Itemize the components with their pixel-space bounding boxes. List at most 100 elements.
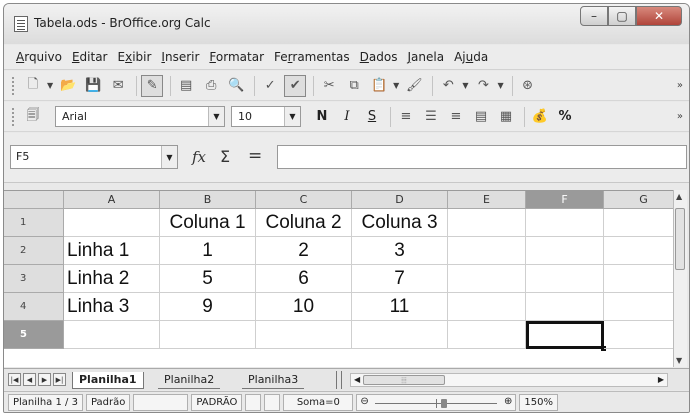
vertical-scroll-thumb[interactable]	[675, 208, 685, 270]
row-header-5[interactable]: 5	[4, 321, 64, 349]
menu-ajuda[interactable]: Ajuda	[454, 50, 488, 64]
spellcheck-icon[interactable]: ✓	[259, 75, 281, 97]
menu-formatar[interactable]: Formatar	[209, 50, 264, 64]
column-header-d[interactable]: D	[352, 191, 448, 209]
sum-icon[interactable]: Σ	[220, 147, 230, 166]
export-pdf-icon[interactable]: ▤	[175, 75, 197, 97]
cell-c3[interactable]: 6	[256, 265, 352, 293]
function-wizard-icon[interactable]: fx	[192, 148, 206, 166]
cell-f5[interactable]	[526, 321, 604, 349]
cell-b4[interactable]: 9	[160, 293, 256, 321]
cell-g1[interactable]	[604, 209, 677, 237]
paste-icon[interactable]: 📋	[368, 75, 390, 97]
tab-planilha2[interactable]: Planilha2	[158, 372, 221, 389]
cell-a1[interactable]	[64, 209, 160, 237]
scroll-left-icon[interactable]: ◀	[354, 375, 360, 384]
new-dropdown-icon[interactable]: ▼	[47, 81, 53, 90]
cell-d3[interactable]: 7	[352, 265, 448, 293]
column-header-a[interactable]: A	[64, 191, 160, 209]
select-all-corner[interactable]	[4, 191, 64, 209]
redo-icon[interactable]: ↷	[472, 75, 494, 97]
menu-exibir[interactable]: Exibir	[118, 50, 152, 64]
menu-dados[interactable]: Dados	[360, 50, 398, 64]
row-header-2[interactable]: 2	[4, 237, 64, 265]
open-icon[interactable]: 📂	[57, 75, 79, 97]
cell-f2[interactable]	[526, 237, 604, 265]
row-header-1[interactable]: 1	[4, 209, 64, 237]
cell-g3[interactable]	[604, 265, 677, 293]
bold-button[interactable]: N	[311, 106, 333, 128]
menu-janela[interactable]: Janela	[408, 50, 445, 64]
cell-e5[interactable]	[448, 321, 526, 349]
menu-editar[interactable]: Editar	[72, 50, 108, 64]
name-box-dropdown-icon[interactable]: ▼	[161, 146, 177, 168]
horizontal-scroll-thumb[interactable]: ⦙⦙⦙	[363, 375, 445, 385]
navigator-icon[interactable]: ⊛	[517, 75, 539, 97]
cell-d4[interactable]: 11	[352, 293, 448, 321]
zoom-out-icon[interactable]: ⊖	[360, 396, 368, 407]
cell-f4[interactable]	[526, 293, 604, 321]
font-size-dropdown-icon[interactable]: ▼	[284, 107, 300, 126]
next-sheet-icon[interactable]: ▶	[38, 373, 51, 386]
selection-mode-field[interactable]	[245, 394, 262, 411]
cell-e1[interactable]	[448, 209, 526, 237]
toolbar-overflow-icon[interactable]: »	[677, 111, 683, 122]
cell-a3[interactable]: Linha 2	[64, 265, 160, 293]
align-right-icon[interactable]: ≡	[445, 106, 467, 128]
email-icon[interactable]: ✉	[107, 75, 129, 97]
scroll-down-icon[interactable]: ▼	[676, 356, 682, 365]
toolbar-overflow-icon[interactable]: »	[677, 80, 683, 91]
column-header-c[interactable]: C	[256, 191, 352, 209]
scroll-up-icon[interactable]: ▲	[676, 192, 682, 201]
zoom-knob[interactable]	[441, 399, 448, 408]
tab-planilha3[interactable]: Planilha3	[242, 372, 305, 389]
copy-icon[interactable]: ⧉	[343, 75, 365, 97]
font-name-combo[interactable]: Arial ▼	[55, 106, 225, 127]
minimize-button[interactable]: –	[580, 6, 608, 26]
print-preview-icon[interactable]: 🔍	[225, 75, 247, 97]
justify-icon[interactable]: ▤	[470, 106, 492, 128]
cell-g5[interactable]	[604, 321, 677, 349]
cell-d1[interactable]: Coluna 3	[352, 209, 448, 237]
cell-b5[interactable]	[160, 321, 256, 349]
styles-icon[interactable]: 🗐	[22, 106, 44, 128]
align-left-icon[interactable]: ≡	[395, 106, 417, 128]
menu-ferramentas[interactable]: Ferramentas	[274, 50, 350, 64]
zoom-level[interactable]: 150%	[519, 394, 558, 411]
tabs-splitter[interactable]	[336, 371, 342, 389]
tab-planilha1[interactable]: Planilha1	[72, 372, 144, 389]
first-sheet-icon[interactable]: |◀	[8, 373, 21, 386]
format-paintbrush-icon[interactable]: 🖌	[403, 75, 425, 97]
menu-arquivo[interactable]: Arquivo	[16, 50, 62, 64]
last-sheet-icon[interactable]: ▶|	[53, 373, 66, 386]
cell-b2[interactable]: 1	[160, 237, 256, 265]
toolbar-grip[interactable]	[12, 107, 16, 126]
italic-button[interactable]: I	[336, 106, 358, 128]
spreadsheet-grid[interactable]: A B C D E F G 1 Coluna 1 Coluna 2 Coluna 3 2 Linha 1…	[4, 190, 677, 367]
cell-e2[interactable]	[448, 237, 526, 265]
undo-icon[interactable]: ↶	[437, 75, 459, 97]
cell-e4[interactable]	[448, 293, 526, 321]
column-header-b[interactable]: B	[160, 191, 256, 209]
page-style[interactable]: Padrão	[85, 394, 131, 411]
underline-button[interactable]: S	[361, 106, 383, 128]
vertical-scrollbar[interactable]: ▲ ▼	[673, 190, 687, 367]
redo-dropdown-icon[interactable]: ▼	[497, 81, 503, 90]
close-button[interactable]: ✕	[636, 6, 682, 26]
zoom-slider[interactable]: ⊖ ⊕	[356, 394, 517, 411]
menu-inserir[interactable]: Inserir	[161, 50, 199, 64]
column-header-e[interactable]: E	[448, 191, 526, 209]
previous-sheet-icon[interactable]: ◀	[23, 373, 36, 386]
cell-a2[interactable]: Linha 1	[64, 237, 160, 265]
cell-d5[interactable]	[352, 321, 448, 349]
currency-icon[interactable]: 💰	[529, 106, 551, 128]
cut-icon[interactable]: ✂	[318, 75, 340, 97]
print-icon[interactable]: ⎙	[200, 75, 222, 97]
cell-g2[interactable]	[604, 237, 677, 265]
cell-c5[interactable]	[256, 321, 352, 349]
cell-c2[interactable]: 2	[256, 237, 352, 265]
cell-a4[interactable]: Linha 3	[64, 293, 160, 321]
scroll-right-icon[interactable]: ▶	[658, 375, 664, 384]
cell-c4[interactable]: 10	[256, 293, 352, 321]
align-center-icon[interactable]: ☰	[420, 106, 442, 128]
